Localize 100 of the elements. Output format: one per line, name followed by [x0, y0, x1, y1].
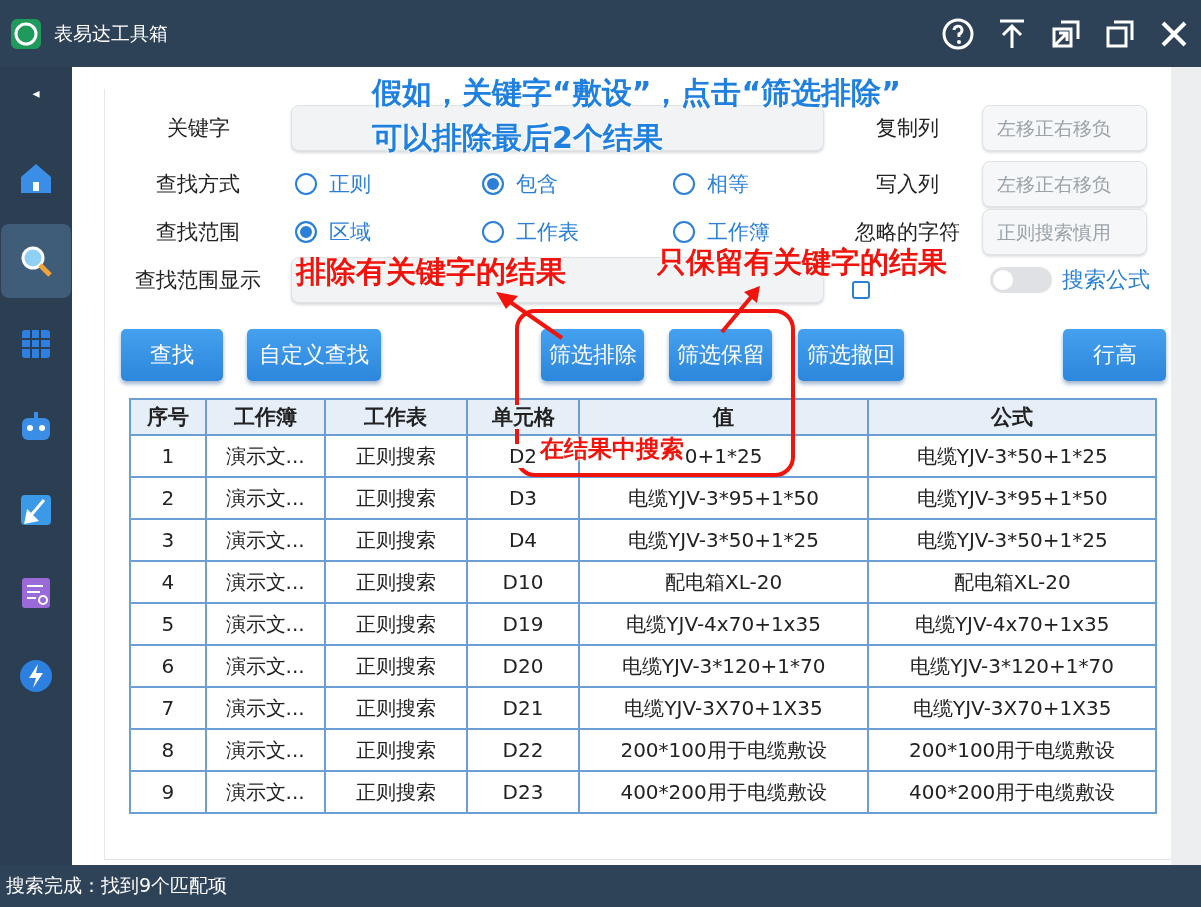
radio-label: 工作簿 — [707, 219, 770, 246]
table-cell: 演示文... — [205, 561, 325, 603]
annotation-label: 可以排除最后2个结果 — [372, 121, 663, 156]
table-cell: 电缆YJV-4x70+1x35 — [578, 603, 869, 645]
table-cell: 配电箱XL-20 — [578, 561, 869, 603]
table-cell: 正则搜索 — [324, 561, 468, 603]
table-cell: 电缆YJV-3X70+1X35 — [578, 687, 869, 729]
annotation-arrow — [720, 286, 760, 334]
annotation-arrow — [496, 292, 564, 340]
table-cell: D19 — [467, 603, 579, 645]
table-cell: 正则搜索 — [324, 603, 468, 645]
action-button[interactable]: 筛选排除 — [541, 329, 644, 381]
radio-button[interactable] — [295, 221, 317, 243]
table-cell: 正则搜索 — [324, 687, 468, 729]
lightning-icon — [18, 658, 54, 694]
table-cell: D4 — [467, 519, 579, 561]
table-cell: 电缆YJV-3*50+1*25 — [868, 519, 1156, 561]
column-header: 工作表 — [324, 399, 468, 435]
table-cell: 电缆YJV-3*50+1*25 — [868, 435, 1156, 477]
table-cell: 演示文... — [205, 771, 325, 813]
field-label: 查找范围显示 — [134, 267, 262, 294]
app-logo-icon — [10, 17, 42, 50]
annotation-label: 只保留有关键字的结果 — [657, 246, 947, 280]
table-cell: 电缆YJV-3X70+1X35 — [868, 687, 1156, 729]
radio-button[interactable] — [673, 221, 695, 243]
table-cell: 正则搜索 — [324, 435, 468, 477]
table-cell: 7 — [130, 687, 206, 729]
table-cell: 4 — [130, 561, 206, 603]
input-field[interactable]: 左移正右移负 — [982, 161, 1147, 207]
field-label: 查找范围 — [155, 219, 241, 246]
field-label: 查找方式 — [155, 171, 241, 198]
table-cell: 2 — [130, 477, 206, 519]
table-cell: 演示文... — [205, 687, 325, 729]
table-cell: 3 — [130, 519, 206, 561]
table-cell: 400*200用于电缆敷设 — [578, 771, 869, 813]
table-cell: 5 — [130, 603, 206, 645]
radio-button[interactable] — [482, 173, 504, 195]
input-field[interactable]: 左移正右移负 — [982, 105, 1147, 151]
table-cell: 200*100用于电缆敷设 — [578, 729, 869, 771]
radio-label: 区域 — [329, 219, 371, 246]
table-cell: 200*100用于电缆敷设 — [868, 729, 1156, 771]
field-label: 关键字 — [165, 115, 231, 142]
table-cell: 电缆YJV-3*120+1*70 — [868, 645, 1156, 687]
field-label: 复制列 — [874, 115, 940, 142]
status-text: 搜索完成：找到9个匹配项 — [6, 873, 228, 898]
radio-label: 工作表 — [516, 219, 579, 246]
column-header: 序号 — [130, 399, 206, 435]
table-cell: D10 — [467, 561, 579, 603]
table-cell: 演示文... — [205, 519, 325, 561]
table-cell: 演示文... — [205, 435, 325, 477]
table-cell: 演示文... — [205, 729, 325, 771]
table-cell: 电缆YJV-3*95+1*50 — [578, 477, 869, 519]
table-cell: 9 — [130, 771, 206, 813]
sidebar-item[interactable] — [1, 224, 71, 298]
radio-label: 相等 — [707, 171, 749, 198]
window-title: 表易达工具箱 — [54, 20, 169, 46]
table-cell: 演示文... — [205, 603, 325, 645]
checkbox[interactable] — [852, 281, 870, 299]
collapse-toggle[interactable]: ◂ — [32, 85, 40, 101]
action-button[interactable]: 查找 — [121, 329, 223, 381]
action-button[interactable]: 自定义查找 — [247, 329, 381, 381]
table-cell: 正则搜索 — [324, 771, 468, 813]
table-cell: 电缆YJV-3*50+1*25 — [578, 519, 869, 561]
radio-label: 包含 — [516, 171, 558, 198]
table-cell: D22 — [467, 729, 579, 771]
column-header: 工作簿 — [205, 399, 325, 435]
table-cell: 电缆YJV-3*120+1*70 — [578, 645, 869, 687]
table-cell: 正则搜索 — [324, 519, 468, 561]
radio-button[interactable] — [673, 173, 695, 195]
table-cell: D21 — [467, 687, 579, 729]
input-field[interactable]: 正则搜索慎用 — [982, 209, 1147, 255]
table-cell: 正则搜索 — [324, 645, 468, 687]
table-cell: 电缆YJV-3*95+1*50 — [868, 477, 1156, 519]
table-cell: D3 — [467, 477, 579, 519]
field-label: 忽略的字符 — [853, 219, 961, 246]
radio-label: 正则 — [329, 171, 371, 198]
table-cell: 6 — [130, 645, 206, 687]
field-label: 写入列 — [874, 171, 940, 198]
annotation-label: 排除有关键字的结果 — [296, 255, 566, 290]
radio-button[interactable] — [482, 221, 504, 243]
table-cell: D20 — [467, 645, 579, 687]
annotation-label: 假如，关键字“敷设”，点击“筛选排除” — [372, 76, 901, 111]
radio-button[interactable] — [295, 173, 317, 195]
table-cell: 400*200用于电缆敷设 — [868, 771, 1156, 813]
toggle-label: 搜索公式 — [1062, 266, 1150, 294]
column-header: 单元格 — [467, 399, 579, 435]
action-button[interactable]: 行高 — [1063, 329, 1166, 381]
table-cell: 演示文... — [205, 645, 325, 687]
toggle-switch[interactable] — [990, 267, 1052, 293]
table-cell: 正则搜索 — [324, 729, 468, 771]
table-cell: 电缆YJV-4x70+1x35 — [868, 603, 1156, 645]
action-button[interactable]: 筛选保留 — [669, 329, 772, 381]
help-icon[interactable] — [941, 16, 975, 51]
table-cell: 8 — [130, 729, 206, 771]
action-button[interactable]: 筛选撤回 — [798, 329, 904, 381]
table-cell: D23 — [467, 771, 579, 813]
table-cell: 正则搜索 — [324, 477, 468, 519]
column-header: 公式 — [868, 399, 1156, 435]
column-header: 值 — [578, 399, 869, 435]
table-cell: 1 — [130, 435, 206, 477]
